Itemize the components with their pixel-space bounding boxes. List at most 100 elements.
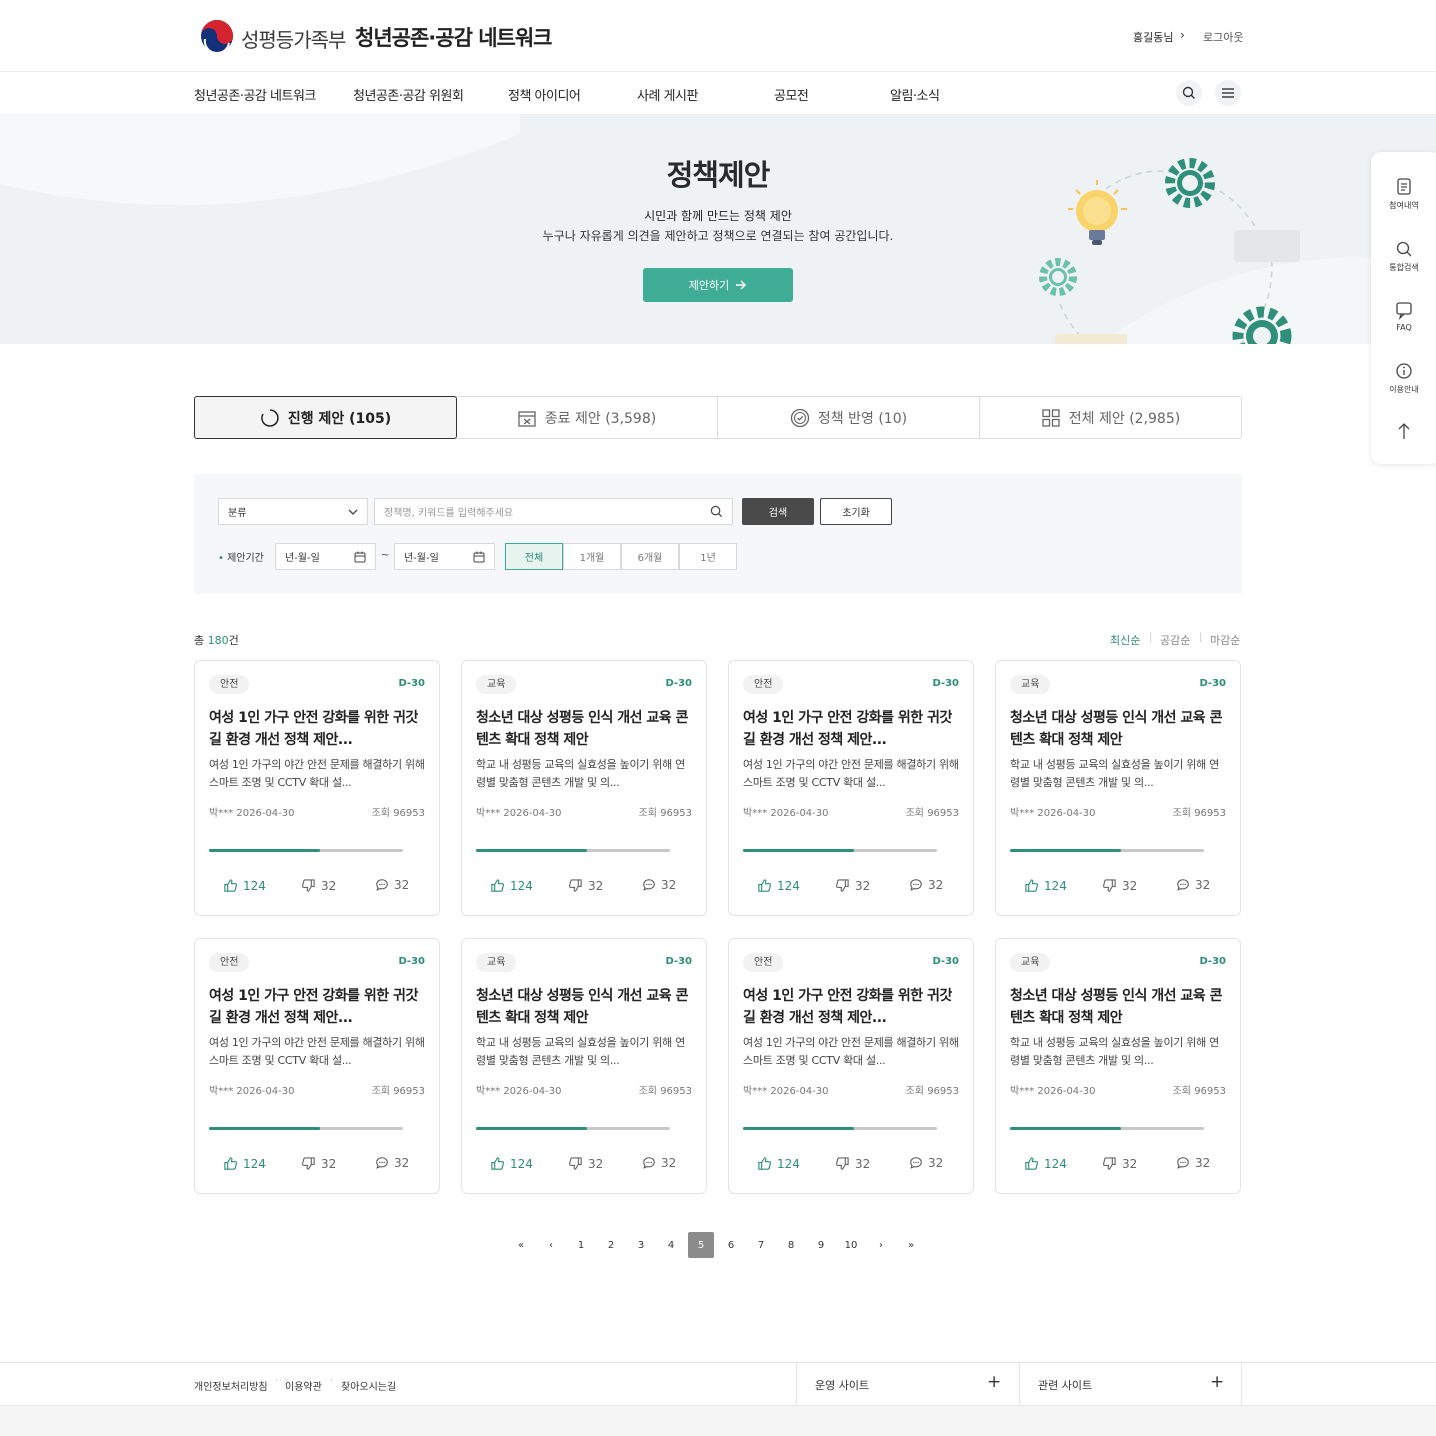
card-title[interactable]: 여성 1인 가구 안전 강화를 위한 귀갓길 환경 개선 정책 제안...: [209, 707, 427, 751]
directions-link[interactable]: 찾아오시는길: [341, 1378, 396, 1393]
dislike-button[interactable]: 32: [568, 1156, 603, 1171]
keyword-input[interactable]: 정책명, 키워드를 입력해주세요: [374, 498, 733, 525]
taegeuk-logo-icon[interactable]: [200, 19, 234, 53]
page-8[interactable]: 8: [778, 1232, 804, 1258]
ministry-name[interactable]: 성평등가족부: [241, 24, 346, 53]
dislike-button[interactable]: 32: [301, 1156, 336, 1171]
family-site-select[interactable]: 운영 사이트 +: [796, 1363, 1019, 1406]
dday-label: D-30: [932, 956, 959, 967]
card-title[interactable]: 여성 1인 가구 안전 강화를 위한 귀갓길 환경 개선 정책 제안...: [743, 707, 961, 751]
comment-button[interactable]: 32: [642, 1156, 676, 1170]
comment-button[interactable]: 32: [909, 878, 943, 892]
dislike-button[interactable]: 32: [301, 878, 336, 893]
quick-item-search[interactable]: 통합검색: [1371, 238, 1436, 273]
comment-button[interactable]: 32: [909, 1156, 943, 1170]
category-select[interactable]: 분류: [218, 498, 368, 525]
quick-item-guide[interactable]: 이용안내: [1371, 360, 1436, 395]
user-name-link[interactable]: 홍길동님: [1133, 29, 1173, 45]
comment-button[interactable]: 32: [1176, 1156, 1210, 1170]
like-button[interactable]: 124: [1024, 1156, 1067, 1171]
page-9[interactable]: 9: [808, 1232, 834, 1258]
prev-page-button[interactable]: ‹: [538, 1232, 564, 1258]
page-6[interactable]: 6: [718, 1232, 744, 1258]
privacy-link[interactable]: 개인정보처리방침: [194, 1378, 268, 1393]
site-title[interactable]: 청년공존·공감 네트워크: [355, 22, 552, 52]
quick-item-history[interactable]: 참여내역: [1371, 176, 1436, 211]
card-title[interactable]: 청소년 대상 성평등 인식 개선 교육 콘텐츠 확대 정책 제안: [1010, 985, 1228, 1029]
related-site-select[interactable]: 관련 사이트 +: [1019, 1363, 1242, 1406]
period-all-button[interactable]: 전체: [505, 543, 563, 570]
proposal-card[interactable]: 안전 D-30 여성 1인 가구 안전 강화를 위한 귀갓길 환경 개선 정책 제안…: [194, 938, 440, 1194]
tab-reflected[interactable]: 정책 반영 (10): [718, 397, 980, 438]
search-icon[interactable]: [710, 505, 723, 518]
comment-button[interactable]: 32: [1176, 878, 1210, 892]
like-button[interactable]: 124: [490, 878, 533, 893]
first-page-button[interactable]: «: [508, 1232, 534, 1258]
sort-latest[interactable]: 최신순: [1110, 632, 1140, 648]
like-button[interactable]: 124: [223, 878, 266, 893]
tab-all[interactable]: 전체 제안 (2,985): [980, 397, 1241, 438]
dislike-button[interactable]: 32: [568, 878, 603, 893]
card-title[interactable]: 청소년 대상 성평등 인식 개선 교육 콘텐츠 확대 정책 제안: [476, 707, 694, 751]
card-title[interactable]: 청소년 대상 성평등 인식 개선 교육 콘텐츠 확대 정책 제안: [1010, 707, 1228, 751]
proposal-card[interactable]: 교육 D-30 청소년 대상 성평등 인식 개선 교육 콘텐츠 확대 정책 제안 학교…: [995, 660, 1241, 916]
dislike-button[interactable]: 32: [835, 878, 870, 893]
period-1y-button[interactable]: 1년: [679, 543, 737, 570]
like-button[interactable]: 124: [1024, 878, 1067, 893]
like-button[interactable]: 124: [757, 1156, 800, 1171]
reset-button[interactable]: 초기화: [820, 498, 892, 525]
calendar-icon[interactable]: [473, 551, 485, 563]
like-button[interactable]: 124: [490, 1156, 533, 1171]
terms-link[interactable]: 이용약관: [285, 1378, 322, 1393]
page-2[interactable]: 2: [598, 1232, 624, 1258]
proposal-card[interactable]: 안전 D-30 여성 1인 가구 안전 강화를 위한 귀갓길 환경 개선 정책 제안…: [194, 660, 440, 916]
calendar-icon[interactable]: [354, 551, 366, 563]
page-1[interactable]: 1: [568, 1232, 594, 1258]
dislike-button[interactable]: 32: [835, 1156, 870, 1171]
period-6m-button[interactable]: 6개월: [621, 543, 679, 570]
nav-item-case-board[interactable]: 사례 게시판: [637, 85, 698, 104]
sort-empathy[interactable]: 공감순: [1160, 632, 1190, 648]
next-page-button[interactable]: ›: [868, 1232, 894, 1258]
logout-link[interactable]: 로그아웃: [1203, 29, 1243, 45]
like-button[interactable]: 124: [223, 1156, 266, 1171]
date-from-input[interactable]: 년-월-일: [275, 543, 376, 570]
card-title[interactable]: 청소년 대상 성평등 인식 개선 교육 콘텐츠 확대 정책 제안: [476, 985, 694, 1029]
proposal-card[interactable]: 교육 D-30 청소년 대상 성평등 인식 개선 교육 콘텐츠 확대 정책 제안 학교…: [461, 660, 707, 916]
page-5-current[interactable]: 5: [688, 1232, 714, 1258]
nav-item-policy-idea[interactable]: 정책 아이디어: [508, 85, 581, 104]
comment-button[interactable]: 32: [375, 1156, 409, 1170]
proposal-card[interactable]: 안전 D-30 여성 1인 가구 안전 강화를 위한 귀갓길 환경 개선 정책 제안…: [728, 660, 974, 916]
dislike-button[interactable]: 32: [1102, 1156, 1137, 1171]
comment-button[interactable]: 32: [642, 878, 676, 892]
search-button[interactable]: [1176, 80, 1202, 106]
propose-button[interactable]: 제안하기: [643, 268, 793, 302]
nav-item-news[interactable]: 알림·소식: [890, 85, 940, 104]
menu-button[interactable]: [1215, 80, 1241, 106]
tab-closed[interactable]: 종료 제안 (3,598): [456, 397, 718, 438]
card-title[interactable]: 여성 1인 가구 안전 강화를 위한 귀갓길 환경 개선 정책 제안...: [743, 985, 961, 1029]
search-submit-button[interactable]: 검색: [742, 498, 814, 525]
like-button[interactable]: 124: [757, 878, 800, 893]
proposal-card[interactable]: 교육 D-30 청소년 대상 성평등 인식 개선 교육 콘텐츠 확대 정책 제안 학교…: [461, 938, 707, 1194]
nav-item-contest[interactable]: 공모전: [774, 85, 809, 104]
page-7[interactable]: 7: [748, 1232, 774, 1258]
page-3[interactable]: 3: [628, 1232, 654, 1258]
page-4[interactable]: 4: [658, 1232, 684, 1258]
period-1m-button[interactable]: 1개월: [563, 543, 621, 570]
card-title[interactable]: 여성 1인 가구 안전 강화를 위한 귀갓길 환경 개선 정책 제안...: [209, 985, 427, 1029]
last-page-button[interactable]: »: [898, 1232, 924, 1258]
dislike-button[interactable]: 32: [1102, 878, 1137, 893]
comment-button[interactable]: 32: [375, 878, 409, 892]
tab-ongoing[interactable]: 진행 제안 (105): [194, 396, 457, 439]
proposal-card[interactable]: 교육 D-30 청소년 대상 성평등 인식 개선 교육 콘텐츠 확대 정책 제안 학교…: [995, 938, 1241, 1194]
sort-deadline[interactable]: 마감순: [1210, 632, 1240, 648]
date-to-input[interactable]: 년-월-일: [394, 543, 495, 570]
nav-item-network[interactable]: 청년공존·공감 네트워크: [194, 85, 316, 104]
proposal-card[interactable]: 안전 D-30 여성 1인 가구 안전 강화를 위한 귀갓길 환경 개선 정책 제안…: [728, 938, 974, 1194]
scroll-top-button[interactable]: [1371, 420, 1436, 442]
page-10[interactable]: 10: [838, 1232, 864, 1258]
chevron-right-icon[interactable]: ›: [1180, 28, 1185, 42]
nav-item-committee[interactable]: 청년공존·공감 위원회: [353, 85, 464, 104]
quick-item-faq[interactable]: FAQ: [1371, 299, 1436, 332]
